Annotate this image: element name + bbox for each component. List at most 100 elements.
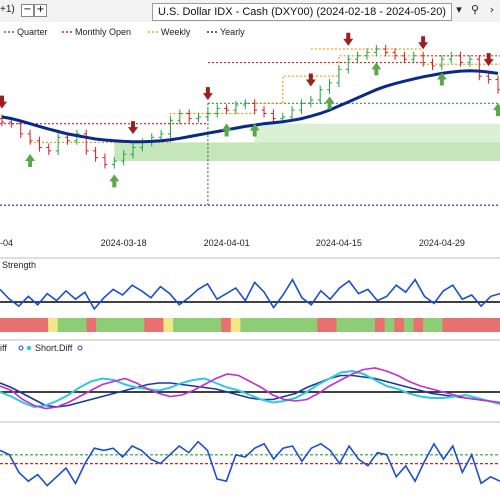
state-bar-26: [125, 318, 131, 332]
state-bar-41: [197, 318, 203, 332]
state-bar-4: [19, 318, 25, 332]
x-tick-label-1: 2024-03-18: [101, 238, 147, 248]
state-bar-3: [14, 318, 20, 332]
state-bar-63: [302, 318, 309, 332]
state-bar-95: [456, 318, 462, 332]
state-bar-70: [336, 318, 342, 332]
state-bar-75: [360, 318, 366, 332]
x-tick-label-0: -04: [0, 238, 13, 248]
state-bar-61: [293, 318, 299, 332]
state-bar-51: [245, 318, 251, 332]
state-bar-5: [24, 318, 30, 332]
chart-window: +1) − + U.S. Dollar IDX - Cash (DXY00) (…: [0, 0, 500, 500]
state-bar-74: [355, 318, 361, 332]
strength-label: Strength: [2, 260, 36, 270]
state-bar-17: [81, 318, 87, 332]
state-bar-100: [480, 318, 486, 332]
state-bar-88: [423, 318, 429, 332]
state-bar-98: [471, 318, 477, 332]
state-bar-58: [278, 318, 285, 332]
state-bar-90: [432, 318, 438, 332]
oscillator-panel: [0, 440, 500, 487]
state-bar-44: [211, 318, 217, 332]
state-bar-52: [250, 318, 256, 332]
state-bar-2: [9, 318, 15, 332]
state-bar-32: [153, 318, 160, 332]
state-bar-27: [129, 318, 136, 332]
state-bar-78: [375, 318, 381, 332]
state-bar-31: [149, 318, 155, 332]
strength-line: [0, 277, 500, 311]
state-bar-20: [96, 318, 102, 332]
state-bar-66: [317, 318, 323, 332]
state-bar-82: [394, 318, 400, 332]
state-bar-80: [384, 318, 390, 332]
x-tick-label-3: 2024-04-15: [316, 238, 362, 248]
state-bar-89: [427, 318, 434, 332]
state-bar-35: [168, 318, 174, 332]
state-bar-64: [307, 318, 313, 332]
state-bar-7: [33, 318, 39, 332]
state-bar-18: [86, 318, 92, 332]
state-bar-0: [0, 318, 6, 332]
state-bar-96: [461, 318, 467, 332]
state-bar-28: [134, 318, 140, 332]
state-bar-22: [105, 318, 111, 332]
state-bar-83: [399, 318, 405, 332]
state-bar-81: [389, 318, 395, 332]
state-bar-23: [110, 318, 116, 332]
state-bar-8: [38, 318, 44, 332]
state-bar-10: [48, 318, 54, 332]
state-bar-24: [115, 318, 121, 332]
zone-rect-1: [254, 123, 500, 143]
state-bar-47: [225, 318, 232, 332]
state-bar-91: [437, 318, 443, 332]
state-bar-1: [4, 318, 11, 332]
state-bar-57: [274, 318, 280, 332]
price-panel: Quarter Monthly Open Weekly Yearly -04 2024-0…: [0, 22, 500, 259]
state-bar-40: [192, 318, 198, 332]
state-bar-37: [177, 318, 184, 332]
legend-label-3: Yearly: [220, 27, 245, 37]
short-diff-legend-dot: [77, 345, 83, 351]
short-diff-line: [0, 369, 500, 409]
state-bar-45: [216, 318, 222, 332]
state-bar-9: [43, 318, 49, 332]
state-bar-103: [495, 318, 500, 332]
legend-label-1: Monthly Open: [75, 27, 131, 37]
state-bar-19: [91, 318, 97, 332]
short-diff-label: Short.Diff: [35, 343, 73, 353]
state-bar-56: [269, 318, 275, 332]
state-bar-13: [62, 318, 68, 332]
chart-canvas[interactable]: Quarter Monthly Open Weekly Yearly -04 2024-0…: [0, 0, 500, 500]
long-diff-line: [0, 367, 500, 410]
state-bar-68: [326, 318, 333, 332]
state-bar-67: [322, 318, 328, 332]
zone-rect-0: [114, 142, 500, 162]
state-bar-25: [120, 318, 126, 332]
state-bar-11: [52, 318, 59, 332]
state-bar-62: [298, 318, 304, 332]
state-bar-29: [139, 318, 145, 332]
state-bar-87: [418, 318, 424, 332]
state-bar-15: [72, 318, 78, 332]
state-bar-65: [312, 318, 318, 332]
short-diff-legend-swatch: [26, 345, 32, 351]
state-bar-59: [283, 318, 289, 332]
state-bar-48: [230, 318, 236, 332]
state-bar-49: [235, 318, 241, 332]
state-bar-30: [144, 318, 150, 332]
state-bar-60: [288, 318, 294, 332]
state-bar-93: [447, 318, 453, 332]
state-bar-97: [466, 318, 472, 332]
state-bar-50: [240, 318, 246, 332]
state-bar-79: [379, 318, 386, 332]
state-bar-84: [403, 318, 410, 332]
state-bar-46: [221, 318, 227, 332]
state-bar-55: [264, 318, 270, 332]
diff-legend-dot: [18, 345, 24, 351]
state-bar-16: [76, 318, 83, 332]
strength-panel: Strength: [0, 260, 500, 341]
diff-panel: iff Short.Diff: [0, 343, 500, 423]
state-bar-86: [413, 318, 419, 332]
